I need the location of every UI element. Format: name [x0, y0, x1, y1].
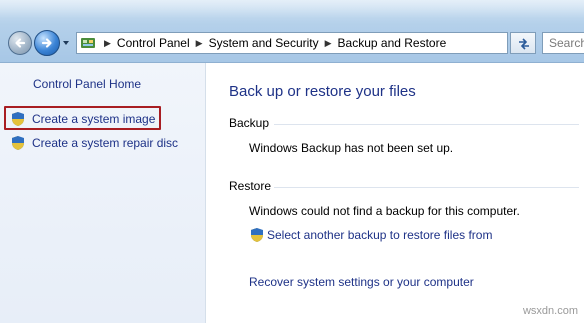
sidebar-item-create-repair-disc[interactable]: Create a system repair disc	[10, 135, 178, 151]
divider	[274, 187, 579, 188]
restore-section-heading: Restore	[229, 179, 272, 193]
chevron-right-icon[interactable]: ▶	[104, 38, 111, 49]
glass-shading	[0, 0, 584, 18]
refresh-icon	[519, 38, 529, 50]
chevron-right-icon[interactable]: ▶	[196, 38, 203, 49]
sidebar-item-create-system-image[interactable]: Create a system image	[10, 111, 155, 127]
page-title: Back up or restore your files	[229, 83, 416, 100]
backup-section-heading: Backup	[229, 116, 270, 130]
uac-shield-icon	[12, 112, 24, 126]
forward-button[interactable]	[34, 30, 60, 56]
address-bar[interactable]: ▶ Control Panel ▶ System and Security ▶ …	[76, 32, 508, 54]
select-another-backup-link[interactable]: Select another backup to restore files f…	[249, 227, 492, 243]
recent-pages-dropdown-icon[interactable]	[62, 39, 70, 47]
breadcrumb-system-and-security[interactable]: System and Security	[209, 36, 319, 50]
watermark: wsxdn.com	[522, 305, 578, 317]
refresh-button[interactable]	[510, 32, 536, 54]
uac-shield-icon	[251, 228, 263, 242]
back-arrow-icon	[15, 38, 26, 48]
breadcrumb-control-panel[interactable]: Control Panel	[117, 36, 190, 50]
search-input[interactable]: Search	[542, 32, 584, 54]
uac-shield-icon	[12, 136, 24, 150]
restore-status-text: Windows could not find a backup for this…	[249, 204, 520, 218]
backup-status-text: Windows Backup has not been set up.	[249, 141, 454, 155]
sidebar-item-control-panel-home[interactable]: Control Panel Home	[33, 77, 141, 91]
sidebar-item-label: Create a system repair disc	[32, 136, 179, 150]
chevron-right-icon[interactable]: ▶	[325, 38, 332, 49]
divider	[274, 124, 579, 125]
breadcrumb-backup-and-restore[interactable]: Backup and Restore	[338, 36, 447, 50]
select-another-backup-label: Select another backup to restore files f…	[267, 228, 493, 242]
window-toolbar: ▶ Control Panel ▶ System and Security ▶ …	[0, 0, 584, 63]
control-panel-icon	[80, 34, 98, 52]
sidebar: Control Panel Home Create a system image…	[0, 63, 206, 323]
recover-system-settings-link[interactable]: Recover system settings or your computer	[249, 275, 474, 289]
sidebar-item-label: Create a system image	[32, 112, 156, 126]
forward-arrow-icon	[41, 38, 52, 48]
back-button[interactable]	[8, 31, 32, 55]
main-content: Back up or restore your files Backup Win…	[206, 63, 584, 323]
